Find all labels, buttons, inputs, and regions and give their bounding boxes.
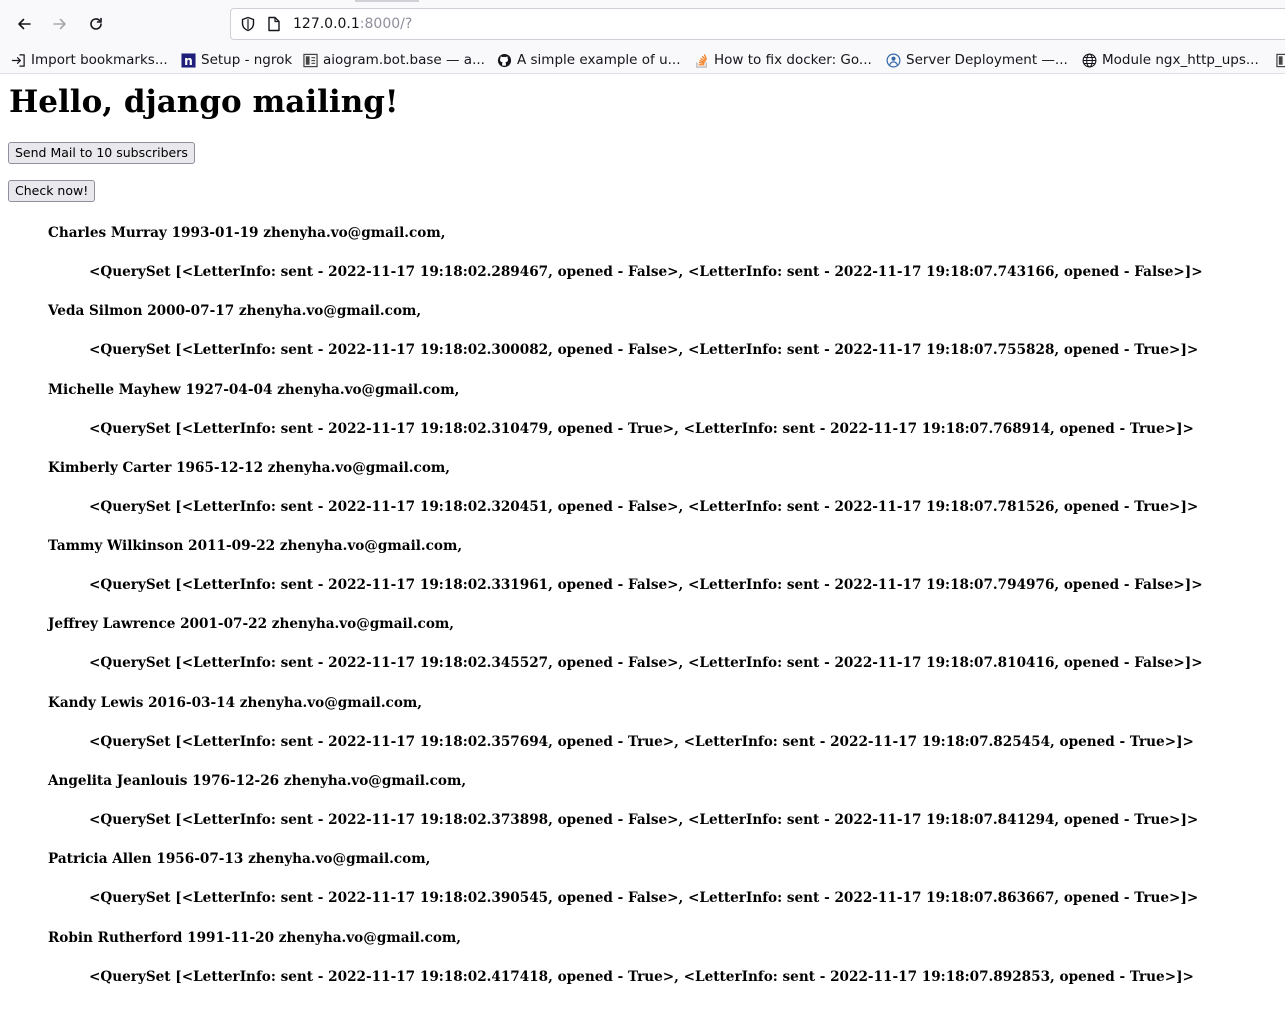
letter-queryset: <QuerySet [<LetterInfo: sent - 2022-11-1… (89, 577, 1203, 594)
letter-queryset: <QuerySet [<LetterInfo: sent - 2022-11-1… (89, 968, 1194, 985)
ngrok-icon: n (181, 52, 196, 68)
bookmark-ngrok[interactable]: n Setup - ngrok (181, 50, 292, 70)
bookmark-ngx-http[interactable]: Module ngx_http_ups... (1082, 50, 1259, 70)
page-title: Hello, django mailing! (9, 84, 399, 120)
back-button[interactable] (10, 10, 38, 38)
reload-icon (90, 17, 102, 30)
letter-queryset: <QuerySet [<LetterInfo: sent - 2022-11-1… (89, 420, 1194, 437)
browser-toolbar: 127.0.0.1:8000/? (0, 0, 1285, 46)
deploy-icon (886, 53, 901, 68)
letter-queryset: <QuerySet [<LetterInfo: sent - 2022-11-1… (89, 655, 1203, 672)
subscriber-info: Michelle Mayhew 1927-04-04 zhenyha.vo@gm… (48, 381, 460, 398)
subscriber-info: Tammy Wilkinson 2011-09-22 zhenyha.vo@gm… (48, 538, 463, 555)
bookmark-label: Server Deployment —... (906, 52, 1068, 68)
subscriber-info: Jeffrey Lawrence 2001-07-22 zhenyha.vo@g… (48, 616, 455, 633)
bookmark-stackoverflow[interactable]: How to fix docker: Go... (694, 50, 872, 70)
letter-queryset: <QuerySet [<LetterInfo: sent - 2022-11-1… (89, 733, 1194, 750)
subscriber-info: Robin Rutherford 1991-11-20 zhenyha.vo@g… (48, 929, 462, 946)
subscriber-info: Kimberly Carter 1965-12-12 zhenyha.vo@gm… (48, 459, 451, 476)
bookmark-github[interactable]: A simple example of u... (497, 50, 681, 70)
github-icon (497, 53, 512, 68)
import-icon (11, 53, 26, 68)
url-path: :8000/? (359, 16, 413, 32)
check-now-button[interactable]: Check now! (8, 180, 96, 202)
letter-queryset: <QuerySet [<LetterInfo: sent - 2022-11-1… (89, 264, 1203, 280)
bookmark-overflow[interactable] (1276, 50, 1285, 70)
bookmark-label: Setup - ngrok (201, 52, 293, 68)
svg-text:n: n (184, 54, 193, 68)
subscriber-info: Kandy Lewis 2016-03-14 zhenyha.vo@gmail.… (48, 694, 423, 711)
bookmark-server-deployment[interactable]: Server Deployment —... (886, 50, 1068, 70)
letter-queryset: <QuerySet [<LetterInfo: sent - 2022-11-1… (89, 812, 1199, 829)
docs-icon (1276, 53, 1285, 68)
bookmark-label: A simple example of u... (517, 52, 681, 68)
bookmark-label: Import bookmarks... (31, 52, 168, 68)
letter-queryset: <QuerySet [<LetterInfo: sent - 2022-11-1… (89, 342, 1199, 359)
bookmark-aiogram[interactable]: aiogram.bot.base — a... (303, 50, 485, 70)
send-mail-button[interactable]: Send Mail to 10 subscribers (8, 142, 195, 164)
page-info-icon[interactable] (267, 16, 281, 32)
back-arrow-icon (18, 18, 31, 30)
tab-edge (355, 0, 419, 2)
bookmark-label: How to fix docker: Go... (714, 52, 872, 68)
url-bar[interactable]: 127.0.0.1:8000/? (230, 8, 1285, 40)
letter-queryset: <QuerySet [<LetterInfo: sent - 2022-11-1… (89, 498, 1199, 515)
bookmark-label: aiogram.bot.base — a... (323, 52, 485, 68)
subscriber-info: Angelita Jeanlouis 1976-12-26 zhenyha.vo… (48, 773, 467, 790)
page-content: Hello, django mailing! Send Mail to 10 s… (0, 74, 1285, 1017)
forward-button[interactable] (46, 10, 74, 38)
reload-button[interactable] (82, 10, 110, 38)
stackoverflow-icon (694, 53, 709, 68)
url-text[interactable]: 127.0.0.1:8000/? (293, 15, 412, 33)
bookmark-import[interactable]: Import bookmarks... (11, 50, 168, 70)
subscriber-info: Charles Murray 1993-01-19 zhenyha.vo@gma… (48, 225, 446, 241)
subscriber-info: Patricia Allen 1956-07-13 zhenyha.vo@gma… (48, 851, 431, 868)
subscriber-info: Veda Silmon 2000-07-17 zhenyha.vo@gmail.… (48, 303, 422, 320)
bookmark-label: Module ngx_http_ups... (1102, 52, 1259, 68)
globe-icon (1082, 53, 1097, 68)
letter-queryset: <QuerySet [<LetterInfo: sent - 2022-11-1… (89, 890, 1199, 907)
forward-arrow-icon (53, 18, 66, 30)
url-host: 127.0.0.1 (293, 16, 360, 32)
bookmarks-toolbar: Import bookmarks... n Setup - ngrok aiog… (0, 46, 1285, 74)
shield-icon[interactable] (240, 16, 256, 32)
docs-icon (303, 53, 318, 68)
